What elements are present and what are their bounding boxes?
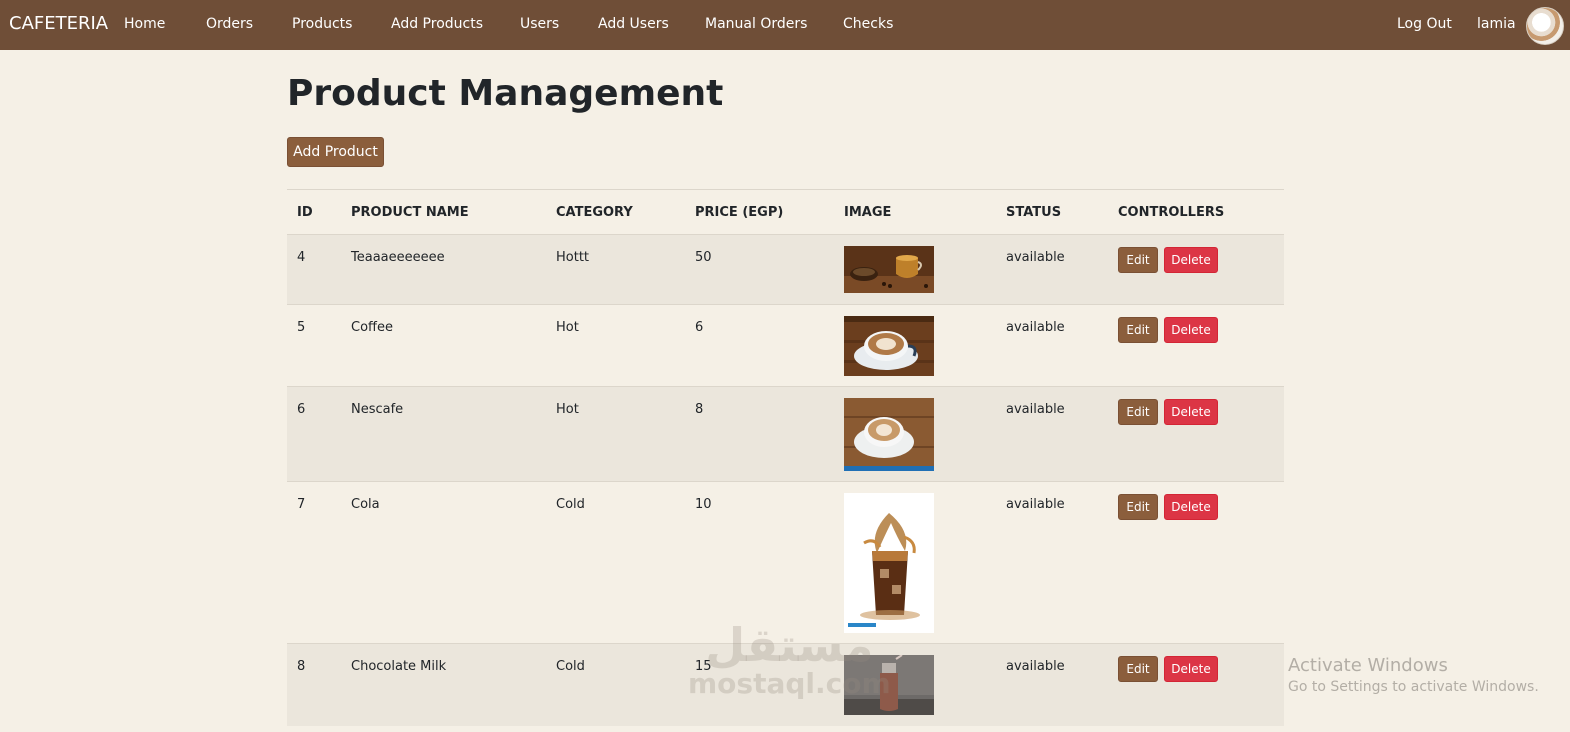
watermark: مستقل mostaql.com	[688, 622, 891, 700]
nav-users[interactable]: Users	[520, 16, 559, 32]
cell-category: Hottt	[556, 250, 590, 265]
cell-category: Cold	[556, 497, 585, 512]
cell-price: 10	[695, 497, 712, 512]
watermark-arabic: مستقل	[705, 618, 874, 672]
username-label: lamia	[1477, 16, 1516, 32]
cell-price: 50	[695, 250, 712, 265]
cell-id: 6	[297, 402, 306, 417]
page-title: Product Management	[287, 73, 724, 114]
cell-status: available	[1006, 402, 1065, 417]
nav-home[interactable]: Home	[124, 16, 165, 32]
header-price: PRICE (EGP)	[695, 205, 784, 220]
cell-id: 8	[297, 659, 306, 674]
edit-button[interactable]: Edit	[1118, 656, 1158, 682]
delete-button[interactable]: Delete	[1164, 317, 1218, 343]
delete-button[interactable]: Delete	[1164, 247, 1218, 273]
nav-checks[interactable]: Checks	[843, 16, 893, 32]
header-controllers: CONTROLLERS	[1118, 205, 1225, 220]
edit-button[interactable]: Edit	[1118, 317, 1158, 343]
avatar[interactable]	[1526, 7, 1564, 45]
header-image: IMAGE	[844, 205, 892, 220]
cola-image	[844, 493, 934, 633]
cell-product-name: Coffee	[351, 320, 393, 335]
activate-subtitle: Go to Settings to activate Windows.	[1288, 679, 1539, 695]
top-navbar: CAFETERIA Home Orders Products Add Produ…	[0, 0, 1570, 50]
nav-add-users[interactable]: Add Users	[598, 16, 669, 32]
delete-button[interactable]: Delete	[1164, 399, 1218, 425]
nav-products[interactable]: Products	[292, 16, 352, 32]
activate-windows-notice: Activate Windows Go to Settings to activ…	[1288, 655, 1539, 695]
header-category: CATEGORY	[556, 205, 633, 220]
cell-product-name: Cola	[351, 497, 380, 512]
header-product-name: PRODUCT NAME	[351, 205, 469, 220]
cell-id: 4	[297, 250, 306, 265]
brand-logo[interactable]: CAFETERIA	[9, 13, 108, 34]
header-status: STATUS	[1006, 205, 1062, 220]
edit-button[interactable]: Edit	[1118, 399, 1158, 425]
table-row: 5 Coffee Hot 6 available Edit Delete	[287, 304, 1284, 387]
table-header: ID PRODUCT NAME CATEGORY PRICE (EGP) IMA…	[287, 190, 1284, 234]
nav-manual-orders[interactable]: Manual Orders	[705, 16, 807, 32]
table-row: 4 Teaaaeeeeeee Hottt 50 available Edit D…	[287, 234, 1284, 305]
delete-button[interactable]: Delete	[1164, 494, 1218, 520]
tea-image	[844, 246, 934, 293]
cell-id: 5	[297, 320, 306, 335]
cell-product-name: Teaaaeeeeeee	[351, 250, 445, 265]
header-id: ID	[297, 205, 313, 220]
cell-status: available	[1006, 659, 1065, 674]
logout-link[interactable]: Log Out	[1397, 16, 1452, 32]
cell-status: available	[1006, 250, 1065, 265]
cell-product-name: Nescafe	[351, 402, 404, 417]
cell-price: 6	[695, 320, 704, 335]
add-product-button[interactable]: Add Product	[287, 137, 384, 167]
cell-category: Cold	[556, 659, 585, 674]
cell-category: Hot	[556, 320, 579, 335]
nav-add-products[interactable]: Add Products	[391, 16, 483, 32]
cell-status: available	[1006, 320, 1065, 335]
watermark-latin: mostaql.com	[688, 667, 891, 700]
products-table: ID PRODUCT NAME CATEGORY PRICE (EGP) IMA…	[287, 189, 1284, 726]
cell-category: Hot	[556, 402, 579, 417]
table-row: 6 Nescafe Hot 8 available Edit Delete	[287, 386, 1284, 482]
edit-button[interactable]: Edit	[1118, 494, 1158, 520]
nescafe-image	[844, 398, 934, 471]
cell-price: 8	[695, 402, 704, 417]
edit-button[interactable]: Edit	[1118, 247, 1158, 273]
nav-orders[interactable]: Orders	[206, 16, 253, 32]
cell-id: 7	[297, 497, 306, 512]
activate-title: Activate Windows	[1288, 655, 1448, 676]
coffee-image	[844, 316, 934, 376]
delete-button[interactable]: Delete	[1164, 656, 1218, 682]
cell-product-name: Chocolate Milk	[351, 659, 447, 674]
cell-status: available	[1006, 497, 1065, 512]
